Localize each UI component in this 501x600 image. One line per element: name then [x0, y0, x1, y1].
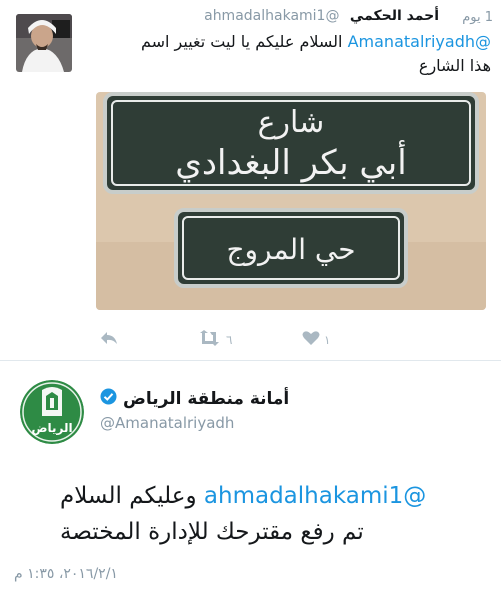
like-button[interactable]: ١ [302, 330, 330, 349]
mention-link[interactable]: @ahmadalhakami1 [204, 483, 426, 509]
avatar[interactable]: الرياض [20, 380, 84, 444]
sign-street-label: شارع [258, 105, 325, 140]
tweet-header: أمانة منطقة الرياض [100, 388, 289, 410]
retweet-button[interactable]: ٦ [196, 330, 232, 349]
like-count: ١ [324, 332, 331, 347]
display-name[interactable]: أحمد الحكمي [350, 8, 439, 24]
tweet-text: @ahmadalhakami1 وعليكم السلام تم رفع مقت… [60, 478, 490, 550]
tweet-text-line2: هذا الشارع [418, 56, 491, 75]
divider [0, 360, 501, 361]
mention-link[interactable]: @Amanatalriyadh [348, 32, 491, 51]
display-name[interactable]: أمانة منطقة الرياض [123, 389, 289, 409]
reply-icon [99, 330, 119, 349]
tweet-photo[interactable]: شارع أبي بكر البغدادي حي المروج [96, 92, 486, 310]
verified-badge-icon [100, 388, 117, 410]
logo-text: الرياض [31, 421, 72, 435]
tweet-timestamp[interactable]: 1 يوم [462, 10, 493, 25]
tweet-timestamp[interactable]: ٢٠١٦/٢/١، ١:٣٥ م [14, 566, 118, 582]
retweet-count: ٦ [226, 332, 233, 347]
user-handle[interactable]: @Amanatalriyadh [100, 414, 234, 432]
tweet-text-line1: وعليكم السلام [60, 483, 204, 509]
avatar[interactable] [16, 14, 72, 72]
tweet-header: أحمد الحكمي @ahmadalhakami1 [204, 8, 439, 24]
tweet-text-line1: السلام عليكم يا ليت تغيير اسم [140, 32, 348, 51]
reply-button[interactable] [99, 330, 119, 349]
tweet-text: @Amanatalriyadh السلام عليكم يا ليت تغيي… [101, 30, 491, 78]
retweet-icon [196, 330, 222, 349]
sign-district-name: حي المروج [226, 233, 355, 267]
sign-street-name: أبي بكر البغدادي [175, 140, 406, 183]
heart-icon [302, 330, 320, 349]
tweet-text-line2: تم رفع مقترحك للإدارة المختصة [60, 519, 364, 545]
user-handle[interactable]: @ahmadalhakami1 [204, 8, 339, 24]
